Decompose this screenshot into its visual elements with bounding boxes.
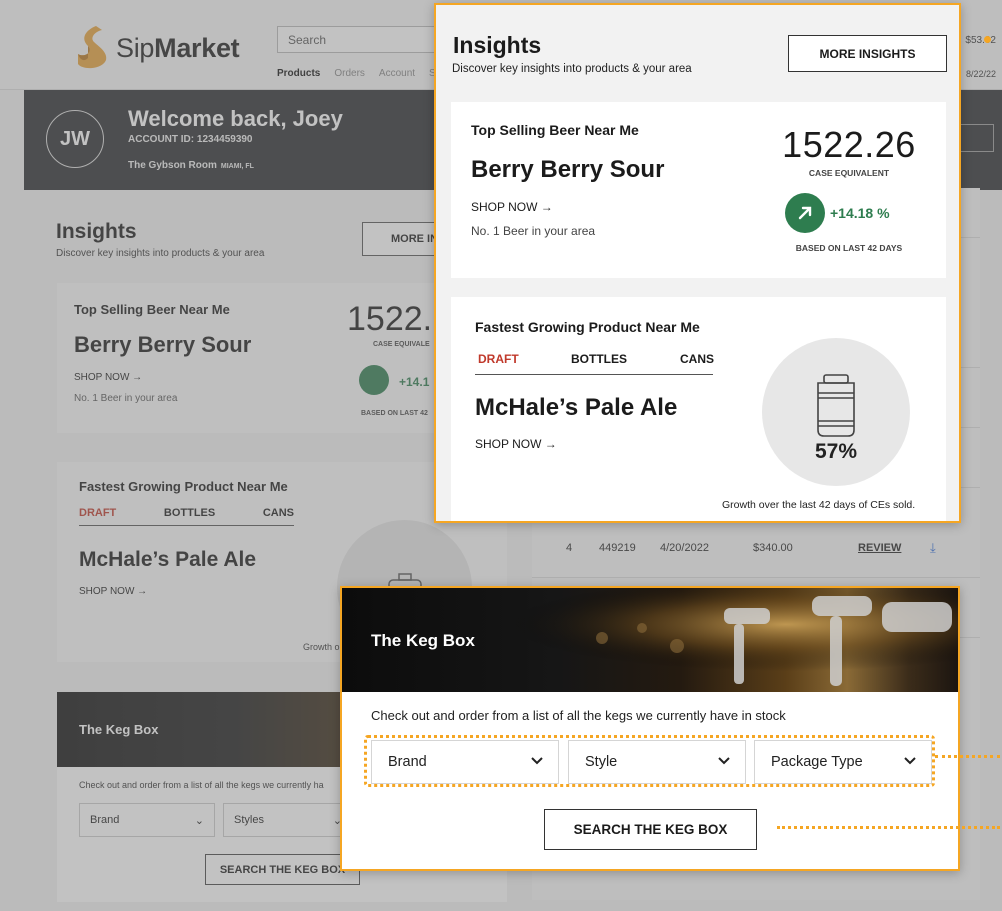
top-selling-heading: Top Selling Beer Near Me	[471, 122, 639, 138]
growth-percent-value: 57%	[814, 440, 858, 463]
tab-bottles[interactable]: BOTTLES	[571, 352, 627, 366]
top-selling-card: Top Selling Beer Near Me Berry Berry Sou…	[451, 102, 946, 278]
tab-cans[interactable]: CANS	[680, 352, 714, 366]
top-selling-note: No. 1 Beer in your area	[471, 224, 596, 238]
annotation-line	[935, 755, 1000, 758]
search-keg-box-button[interactable]: SEARCH THE KEG BOX	[544, 809, 757, 850]
fastest-growing-card: Fastest Growing Product Near Me DRAFT BO…	[451, 297, 946, 521]
growth-caption: Growth over the last 42 days of CEs sold…	[722, 499, 916, 511]
annotation-dot	[984, 36, 991, 43]
insights-subtitle: Discover key insights into products & yo…	[452, 63, 692, 75]
shop-now-link[interactable]: SHOP NOW →	[471, 200, 553, 214]
package-tabs: DRAFT BOTTLES CANS	[475, 349, 714, 375]
fastest-growing-product: McHale’s Pale Ale	[475, 394, 678, 421]
tab-draft[interactable]: DRAFT	[478, 352, 519, 366]
case-equivalent-label: CASE EQUIVALENT	[808, 168, 890, 178]
annotation-line	[777, 826, 1000, 829]
growth-percent: +14.18 %	[830, 205, 890, 221]
top-selling-product: Berry Berry Sour	[471, 156, 665, 183]
trend-up-icon	[785, 193, 825, 233]
shop-now-link[interactable]: SHOP NOW →	[475, 437, 557, 451]
insights-zoom-callout: Insights Discover key insights into prod…	[434, 3, 961, 523]
keg-box-description: Check out and order from a list of all t…	[371, 708, 786, 723]
growth-basis: BASED ON LAST 42 DAYS	[795, 243, 903, 253]
insights-title: Insights	[453, 32, 542, 58]
fastest-growing-heading: Fastest Growing Product Near Me	[475, 319, 700, 335]
keg-box-title: The Keg Box	[371, 631, 475, 650]
case-equivalent-value: 1522.26	[782, 124, 916, 165]
more-insights-button[interactable]: MORE INSIGHTS	[788, 35, 947, 72]
selects-highlight	[364, 735, 935, 787]
